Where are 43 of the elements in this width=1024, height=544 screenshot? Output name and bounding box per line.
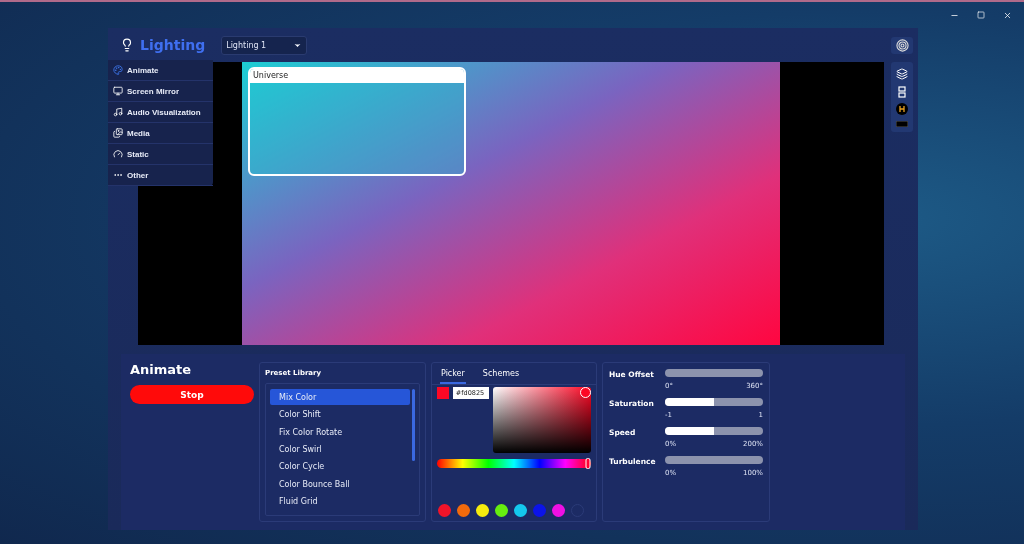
scrollbar[interactable] bbox=[412, 389, 415, 461]
menu-item[interactable]: Animate bbox=[108, 60, 213, 82]
spiral-button[interactable] bbox=[891, 36, 913, 54]
color-swatch[interactable] bbox=[552, 504, 565, 517]
menu-item[interactable]: Screen Mirror bbox=[108, 81, 213, 103]
preset-item[interactable]: Fluid Grid bbox=[270, 493, 410, 510]
preset-item[interactable]: Mix Color bbox=[270, 389, 410, 406]
bulb-icon bbox=[120, 38, 134, 53]
hue-handle[interactable] bbox=[585, 458, 591, 469]
link-icon[interactable] bbox=[898, 85, 906, 98]
layers-icon[interactable] bbox=[896, 68, 908, 80]
picker-tab[interactable]: Schemes bbox=[481, 367, 521, 384]
menu-item[interactable]: Audio Visualization bbox=[108, 102, 213, 124]
menu-item[interactable]: Static bbox=[108, 144, 213, 166]
slider-track[interactable] bbox=[665, 369, 763, 377]
hue-slider[interactable] bbox=[437, 459, 591, 468]
preset-item[interactable]: Color Swirl bbox=[270, 441, 410, 458]
preset-item[interactable]: Color Cycle bbox=[270, 458, 410, 476]
slider-track[interactable] bbox=[665, 456, 763, 464]
slider-track[interactable] bbox=[665, 427, 763, 435]
zone-title: Universe bbox=[250, 69, 464, 84]
effect-title: Animate bbox=[130, 362, 193, 377]
menu-item[interactable]: Other bbox=[108, 165, 213, 187]
color-swatch[interactable] bbox=[533, 504, 546, 517]
preset-item[interactable]: Fix Color Rotate bbox=[270, 423, 410, 441]
picker-tab[interactable]: Picker bbox=[440, 367, 466, 384]
slider-track[interactable] bbox=[665, 398, 763, 406]
menu-item[interactable]: Media bbox=[108, 123, 213, 145]
saturation-area[interactable] bbox=[493, 387, 591, 453]
maximize-icon[interactable] bbox=[977, 11, 985, 19]
close-icon[interactable] bbox=[1003, 10, 1012, 20]
preset-item[interactable]: Color Bounce Ball bbox=[270, 476, 410, 493]
lighting-dropdown[interactable]: Lighting 1 bbox=[221, 35, 308, 55]
saturation-handle[interactable] bbox=[580, 387, 591, 398]
preset-item[interactable]: Color Shift bbox=[270, 406, 410, 423]
stop-button[interactable]: Stop bbox=[130, 385, 254, 404]
color-swatch[interactable] bbox=[495, 504, 508, 517]
color-swatch[interactable] bbox=[438, 504, 451, 517]
h-circle-icon[interactable] bbox=[896, 103, 908, 115]
color-swatch[interactable] bbox=[457, 504, 470, 517]
color-swatch[interactable] bbox=[476, 504, 489, 517]
color-swatch[interactable] bbox=[514, 504, 527, 517]
page-title: Lighting bbox=[140, 37, 206, 54]
